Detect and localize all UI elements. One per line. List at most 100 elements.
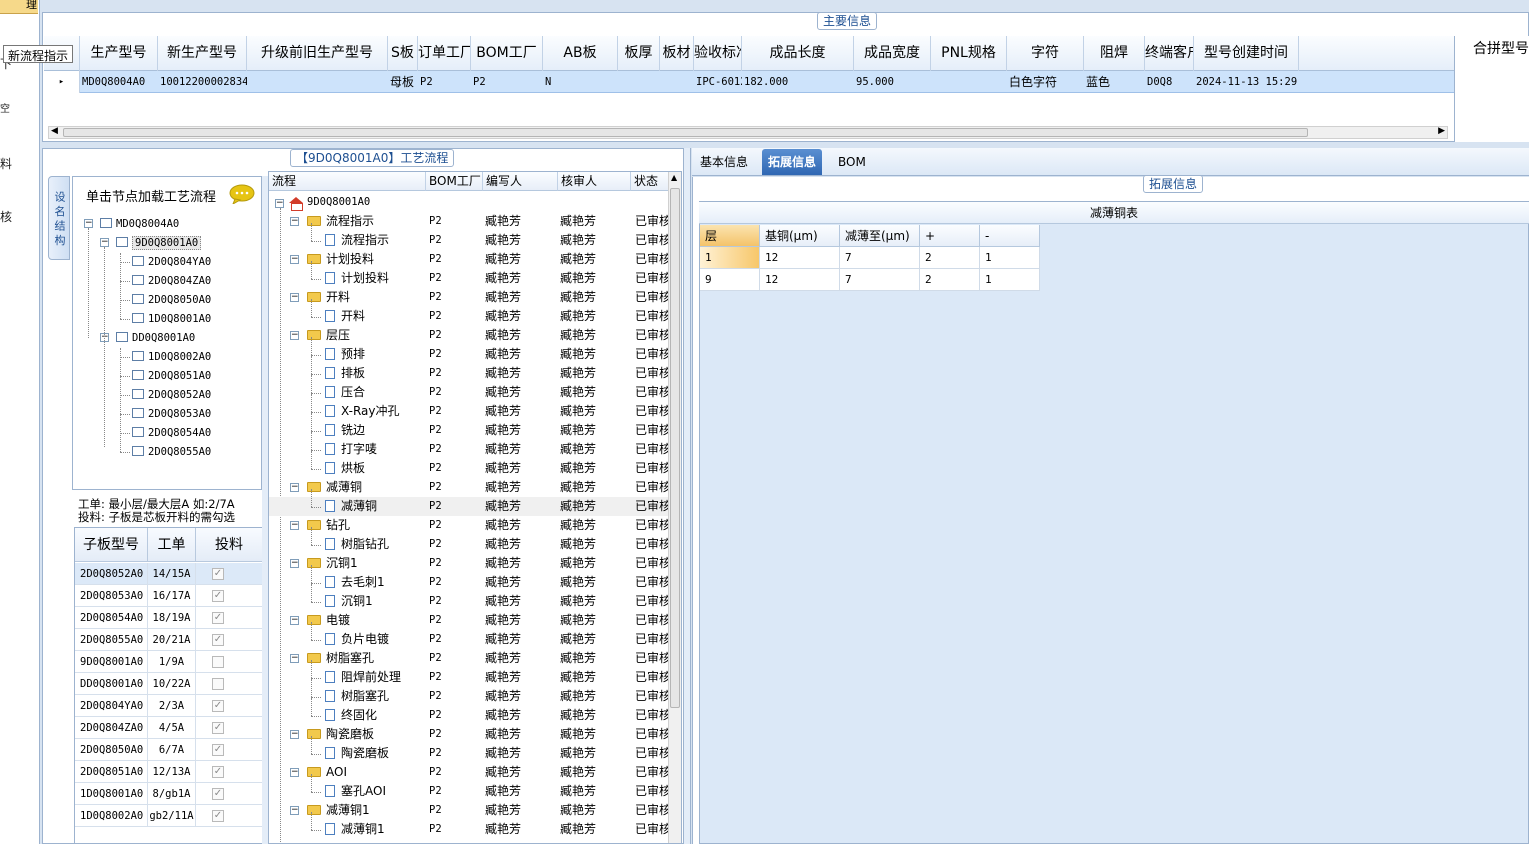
copper-cell[interactable]: 12 xyxy=(760,247,840,269)
feed-checkbox[interactable] xyxy=(212,678,224,690)
nav-fragment-2[interactable]: 空 xyxy=(0,100,10,115)
main-col-header[interactable]: 字符 xyxy=(1007,36,1084,71)
scroll-left-icon[interactable]: ◀ xyxy=(51,126,58,136)
process-step-row[interactable]: 铣边 P2 臧艳芳 臧艳芳 已审核 xyxy=(269,421,669,440)
main-col-header[interactable]: 验收标准 xyxy=(694,36,742,71)
process-group-row[interactable]: 流程指示 P2 臧艳芳 臧艳芳 已审核 xyxy=(269,212,669,231)
sub-order-cell[interactable]: 14/15A xyxy=(148,563,196,585)
sub-order-cell[interactable]: 18/19A xyxy=(148,607,196,629)
collapse-toggle-icon[interactable]: − xyxy=(290,483,299,492)
sub-table-row[interactable]: 2D0Q8052A0 14/15A ✓ xyxy=(75,563,263,585)
copper-col-header[interactable]: - xyxy=(980,225,1040,247)
process-group-row[interactable]: 树脂塞孔 P2 臧艳芳 臧艳芳 已审核 xyxy=(269,649,669,668)
process-step-row[interactable]: 去毛刺1 P2 臧艳芳 臧艳芳 已审核 xyxy=(269,573,669,592)
copper-cell[interactable]: 7 xyxy=(840,269,920,291)
sub-order-cell[interactable]: 1/9A xyxy=(148,651,196,673)
process-group-row[interactable]: 陶瓷磨板 P2 臧艳芳 臧艳芳 已审核 xyxy=(269,725,669,744)
scroll-up-icon[interactable]: ▲ xyxy=(671,173,677,182)
sub-table-row[interactable]: 2D0Q804ZA0 4/5A ✓ xyxy=(75,717,263,739)
sub-table-row[interactable]: DD0Q8001A0 10/22A xyxy=(75,673,263,695)
feed-checkbox[interactable]: ✓ xyxy=(212,788,224,800)
process-group-row[interactable]: 层压 P2 臧艳芳 臧艳芳 已审核 xyxy=(269,326,669,345)
sub-table-row[interactable]: 2D0Q8055A0 20/21A ✓ xyxy=(75,629,263,651)
process-col-header[interactable]: BOM工厂 xyxy=(426,172,483,191)
collapse-toggle-icon[interactable]: − xyxy=(290,730,299,739)
tree-node[interactable]: 2D0Q8050A0 xyxy=(132,291,211,308)
process-step-row[interactable]: 打字唛 P2 臧艳芳 臧艳芳 已审核 xyxy=(269,440,669,459)
chat-bubble-icon[interactable] xyxy=(229,184,255,204)
main-col-header[interactable]: 终端客户代码 xyxy=(1145,36,1194,71)
process-group-row[interactable]: AOI P2 臧艳芳 臧艳芳 已审核 xyxy=(269,763,669,782)
collapse-toggle-icon[interactable]: − xyxy=(290,768,299,777)
main-col-header[interactable]: 板厚 xyxy=(618,36,660,71)
collapse-toggle-icon[interactable]: − xyxy=(290,616,299,625)
sub-table-row[interactable]: 1D0Q8002A0 gb2/11A ✓ xyxy=(75,805,263,827)
process-group-row[interactable]: 减薄铜 P2 臧艳芳 臧艳芳 已审核 xyxy=(269,478,669,497)
main-row-cell[interactable]: 蓝色 xyxy=(1084,71,1145,93)
sub-order-cell[interactable]: 6/7A xyxy=(148,739,196,761)
sub-table-row[interactable]: 2D0Q8051A0 12/13A ✓ xyxy=(75,761,263,783)
main-col-header[interactable]: 生产型号 xyxy=(80,36,158,71)
copper-cell[interactable]: 7 xyxy=(840,247,920,269)
main-col-header[interactable]: 板材 xyxy=(660,36,694,71)
sub-table-row[interactable]: 2D0Q8050A0 6/7A ✓ xyxy=(75,739,263,761)
tree-node[interactable]: 2D0Q8055A0 xyxy=(132,443,211,460)
main-grid-row[interactable]: ▸ MD0Q8004A0 10012200002834 母板 P2 P2 N IPC-6012… xyxy=(44,71,1454,93)
horizontal-scrollbar[interactable]: ◀ ▶ xyxy=(48,126,1448,139)
tab-extended-info[interactable]: 拓展信息 xyxy=(762,149,823,175)
process-group-row[interactable]: 钻孔 P2 臧艳芳 臧艳芳 已审核 xyxy=(269,516,669,535)
process-step-row[interactable]: 树脂塞孔 P2 臧艳芳 臧艳芳 已审核 xyxy=(269,687,669,706)
structure-vertical-tab[interactable]: 设 名 结 构 xyxy=(48,176,70,260)
main-row-cell[interactable]: P2 xyxy=(418,71,471,93)
main-col-header[interactable]: 成品长度 xyxy=(742,36,854,71)
copper-cell[interactable]: 1 xyxy=(980,269,1040,291)
sub-order-cell[interactable]: 2/3A xyxy=(148,695,196,717)
vertical-scrollbar[interactable]: ▲ xyxy=(668,172,681,843)
main-row-cell[interactable]: MD0Q8004A0 xyxy=(80,71,158,93)
process-root-row[interactable]: 9D0Q8001A0 xyxy=(269,193,669,212)
main-col-header[interactable]: 阻焊 xyxy=(1084,36,1145,71)
main-row-cell[interactable]: 10012200002834 xyxy=(158,71,247,93)
sub-col-header[interactable]: 工单 xyxy=(148,528,196,562)
process-col-header[interactable]: 核审人 xyxy=(558,172,631,191)
main-row-cell[interactable] xyxy=(247,71,388,93)
process-col-header[interactable]: 状态 xyxy=(631,172,669,191)
copper-col-header[interactable]: + xyxy=(920,225,980,247)
tree-node[interactable]: 2D0Q804ZA0 xyxy=(132,272,211,289)
collapse-toggle-icon[interactable]: − xyxy=(84,219,93,228)
feed-checkbox[interactable]: ✓ xyxy=(212,568,224,580)
tree-node[interactable]: 2D0Q8051A0 xyxy=(132,367,211,384)
feed-checkbox[interactable]: ✓ xyxy=(212,634,224,646)
vscroll-thumb[interactable] xyxy=(670,188,680,708)
process-group-row[interactable]: 电镀 P2 臧艳芳 臧艳芳 已审核 xyxy=(269,611,669,630)
copper-cell[interactable]: 1 xyxy=(700,247,760,269)
main-col-header[interactable]: 型号创建时间 xyxy=(1194,36,1299,71)
copper-cell[interactable]: 2 xyxy=(920,247,980,269)
process-group-row[interactable]: 减薄铜1 P2 臧艳芳 臧艳芳 已审核 xyxy=(269,801,669,820)
process-step-row[interactable]: 树脂钻孔 P2 臧艳芳 臧艳芳 已审核 xyxy=(269,535,669,554)
main-col-header[interactable]: 成品宽度 xyxy=(854,36,931,71)
collapse-toggle-icon[interactable]: − xyxy=(290,293,299,302)
feed-checkbox[interactable]: ✓ xyxy=(212,722,224,734)
copper-col-header[interactable]: 基铜(μm) xyxy=(760,225,840,247)
sub-table-row[interactable]: 2D0Q8054A0 18/19A ✓ xyxy=(75,607,263,629)
collapse-toggle-icon[interactable]: − xyxy=(290,255,299,264)
feed-checkbox[interactable]: ✓ xyxy=(212,700,224,712)
process-step-row[interactable]: 开料 P2 臧艳芳 臧艳芳 已审核 xyxy=(269,307,669,326)
sub-col-header[interactable]: 子板型号 xyxy=(75,528,148,562)
main-row-cell[interactable]: N xyxy=(543,71,618,93)
main-col-header[interactable]: 新生产型号 xyxy=(158,36,247,71)
sub-order-cell[interactable]: 10/22A xyxy=(148,673,196,695)
process-step-row[interactable]: X-Ray冲孔 P2 臧艳芳 臧艳芳 已审核 xyxy=(269,402,669,421)
main-row-cell[interactable] xyxy=(931,71,1007,93)
feed-checkbox[interactable]: ✓ xyxy=(212,810,224,822)
merge-model-header[interactable]: 合拼型号 xyxy=(1473,38,1529,58)
main-col-header[interactable]: PNL规格 xyxy=(931,36,1007,71)
main-row-cell[interactable]: 母板 xyxy=(388,71,418,93)
process-step-row[interactable]: 预排 P2 臧艳芳 臧艳芳 已审核 xyxy=(269,345,669,364)
collapse-toggle-icon[interactable]: − xyxy=(290,806,299,815)
feed-checkbox[interactable]: ✓ xyxy=(212,590,224,602)
process-step-row[interactable]: 负片电镀 P2 臧艳芳 臧艳芳 已审核 xyxy=(269,630,669,649)
collapse-toggle-icon[interactable]: − xyxy=(290,559,299,568)
process-step-row[interactable]: 塞孔AOI P2 臧艳芳 臧艳芳 已审核 xyxy=(269,782,669,801)
